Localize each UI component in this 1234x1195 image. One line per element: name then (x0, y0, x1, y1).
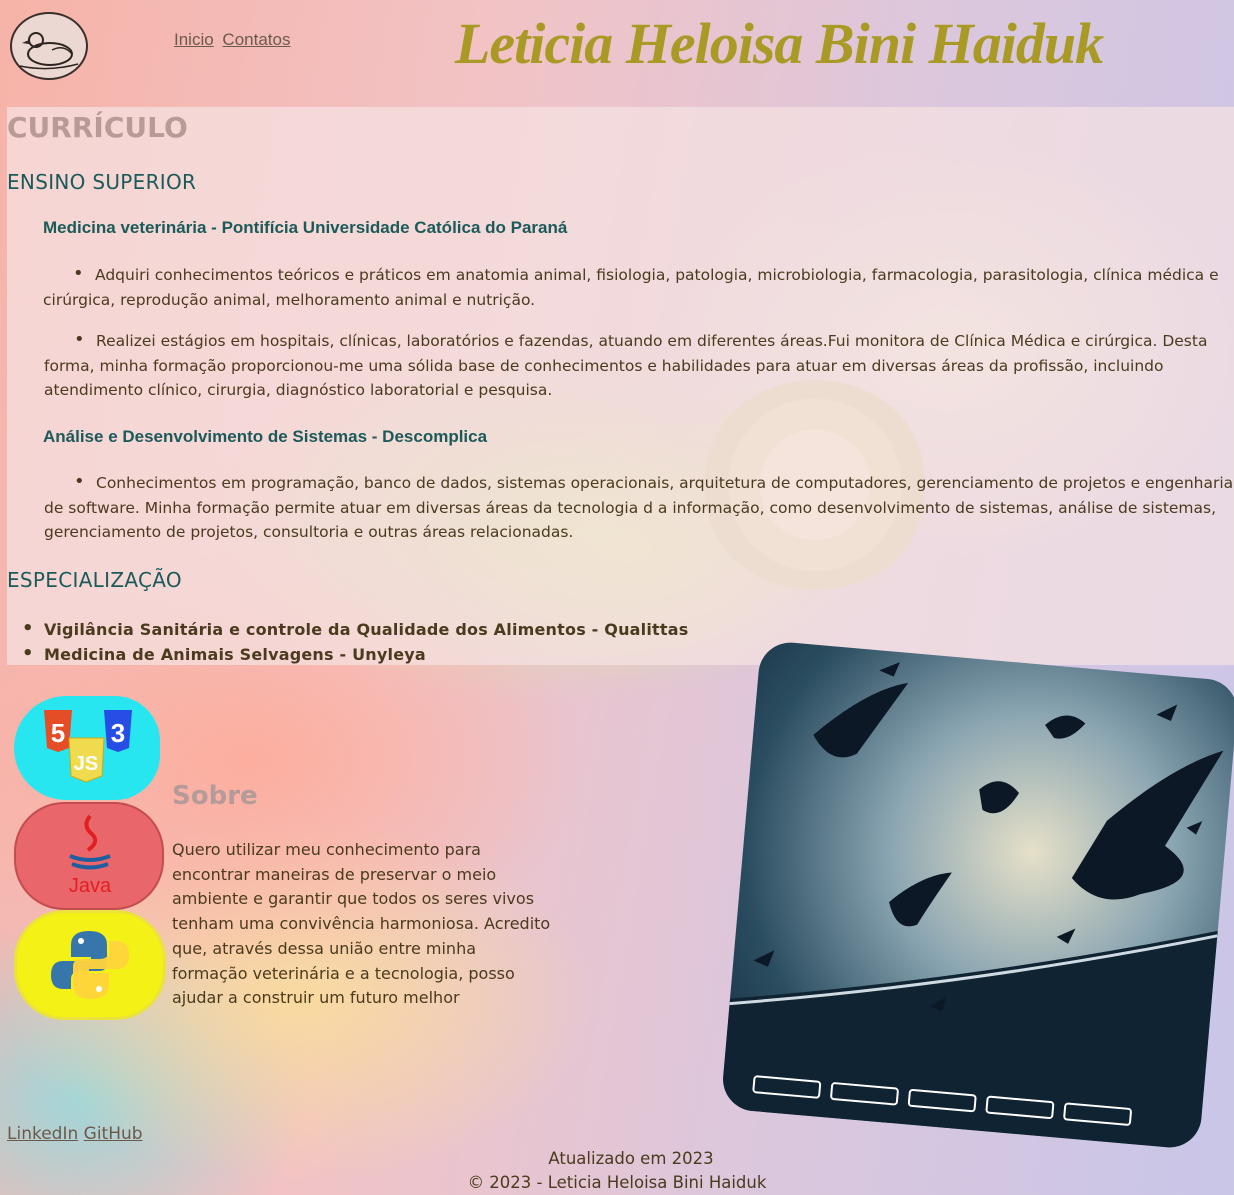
especializacao-heading: ESPECIALIZAÇÃO (7, 568, 182, 592)
js-badge-text: JS (74, 753, 98, 775)
footer-copyright: © 2023 - Leticia Heloisa Bini Haiduk (467, 1173, 767, 1192)
course-list-ads: Conhecimentos em programação, banco de d… (22, 470, 1234, 562)
nav-link-contatos[interactable]: Contatos (222, 30, 290, 49)
sobre-heading: Sobre (172, 781, 258, 811)
duck-logo-icon[interactable] (10, 12, 88, 80)
list-item: Adquiri conhecimentos teóricos e prático… (21, 262, 1234, 312)
github-link[interactable]: GitHub (84, 1124, 143, 1144)
java-icon: Java (14, 802, 164, 910)
course-title-ads: Análise e Desenvolvimento de Sistemas - … (43, 427, 488, 446)
social-links: LinkedIn GitHub (7, 1124, 143, 1144)
css3-badge-text: 3 (111, 718, 125, 748)
python-icon (14, 910, 166, 1020)
nav-link-inicio[interactable]: Inicio (174, 30, 214, 49)
ensino-superior-heading: ENSINO SUPERIOR (7, 170, 197, 194)
main-nav: Inicio Contatos (174, 30, 294, 50)
curriculum-title: CURRÍCULO (7, 111, 188, 144)
list-item: Vigilância Sanitária e controle da Quali… (22, 617, 944, 643)
carousel-image[interactable] (720, 639, 1234, 1151)
site-title: Leticia Heloisa Bini Haiduk (455, 11, 1104, 76)
list-item: Conhecimentos em programação, banco de d… (22, 470, 1234, 545)
list-item: Realizei estágios em hospitais, clínicas… (22, 328, 1234, 403)
html5-badge-text: 5 (51, 718, 65, 748)
sobre-text: Quero utilizar meu conhecimento para enc… (172, 840, 551, 1008)
course-title-veterinaria: Medicina veterinária - Pontifícia Univer… (43, 218, 568, 237)
site-header: Inicio Contatos Leticia Heloisa Bini Hai… (0, 0, 1234, 105)
linkedin-link[interactable]: LinkedIn (7, 1124, 78, 1144)
course-list-veterinaria: Adquiri conhecimentos teóricos e prático… (21, 262, 1234, 420)
java-badge-text: Java (69, 875, 112, 897)
footer-updated: Atualizado em 2023 (548, 1149, 714, 1168)
html-css-js-icon: 5 3 JS (14, 696, 160, 800)
curriculum-section: CURRÍCULO ENSINO SUPERIOR Medicina veter… (7, 107, 1234, 665)
